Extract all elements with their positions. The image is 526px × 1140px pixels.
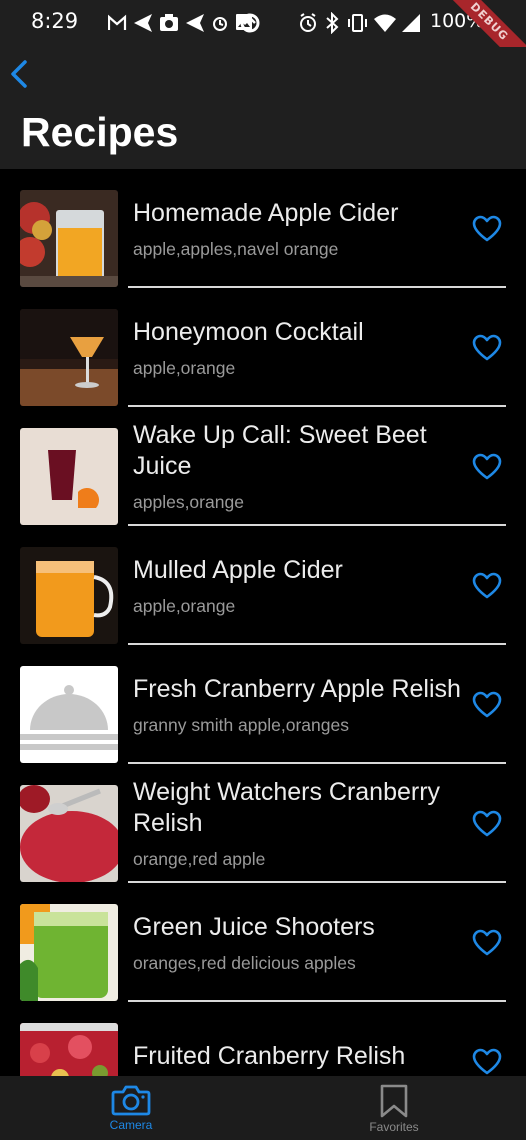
recipe-ingredients: apple,orange: [133, 595, 236, 616]
status-bar: 8:29 100% DEBUG: [0, 0, 526, 47]
camera-icon: [111, 1085, 151, 1116]
alarm-icon: [300, 13, 316, 32]
recipe-thumbnail: [20, 904, 118, 1001]
recipe-text: Homemade Apple Cider apple,apples,navel …: [133, 169, 463, 288]
status-time: 8:29: [31, 9, 79, 33]
bluetooth-icon: [326, 12, 339, 34]
recipe-thumbnail: [20, 1023, 118, 1076]
recipe-item[interactable]: Mulled Apple Cider apple,orange: [0, 526, 526, 645]
recipe-text: Fresh Cranberry Apple Relish granny smit…: [133, 645, 463, 764]
heart-icon[interactable]: [472, 929, 502, 957]
recipe-text: Honeymoon Cocktail apple,orange: [133, 288, 463, 407]
recipe-title: Green Juice Shooters: [133, 912, 375, 941]
heart-icon[interactable]: [472, 334, 502, 362]
heart-icon[interactable]: [472, 1048, 502, 1076]
send-icon: [186, 14, 204, 32]
system-icons: [300, 12, 420, 34]
recipe-title: Mulled Apple Cider: [133, 555, 343, 584]
recipe-title: Fruited Cranberry Relish: [133, 1042, 406, 1070]
bottom-navigation: Camera Favorites: [0, 1076, 526, 1140]
recipe-item[interactable]: Homemade Apple Cider apple,apples,navel …: [0, 169, 526, 288]
recipe-title: Weight Watchers Cranberry Relish: [133, 778, 441, 837]
signal-icon: [402, 14, 420, 32]
recipe-thumbnail: [20, 666, 118, 763]
recipe-item[interactable]: Green Juice Shooters oranges,red delicio…: [0, 883, 526, 1002]
heart-icon[interactable]: [472, 691, 502, 719]
recipe-item[interactable]: Honeymoon Cocktail apple,orange: [0, 288, 526, 407]
nav-favorites[interactable]: Favorites: [334, 1076, 454, 1140]
recipe-item[interactable]: Wake Up Call: Sweet Beet Juice apples,or…: [0, 407, 526, 526]
recipe-thumbnail: [20, 190, 118, 287]
recipe-thumbnail: [20, 785, 118, 882]
gmail-icon: [108, 14, 127, 30]
heart-icon[interactable]: [472, 810, 502, 838]
recipe-ingredients: oranges,red delicious apples: [133, 952, 356, 973]
nav-camera[interactable]: Camera: [71, 1076, 191, 1140]
heart-icon[interactable]: [472, 572, 502, 600]
heart-icon[interactable]: [472, 453, 502, 481]
alarm-icon: [213, 17, 227, 31]
recipe-title: Homemade Apple Cider: [133, 198, 399, 227]
app-bar: Recipes: [0, 47, 526, 169]
recipe-list[interactable]: Homemade Apple Cider apple,apples,navel …: [0, 169, 526, 1076]
recipe-ingredients: apple,apples,navel orange: [133, 238, 339, 259]
wifi-icon: [374, 14, 396, 32]
vibrate-icon: [348, 14, 367, 32]
recipe-ingredients: apple,orange: [133, 357, 236, 378]
recipe-text: Green Juice Shooters oranges,red delicio…: [133, 883, 463, 1002]
nav-label: Camera: [109, 1118, 153, 1132]
notification-icons: [108, 14, 252, 32]
recipe-thumbnail: [20, 428, 118, 525]
recipe-thumbnail: [20, 547, 118, 644]
recipe-title: Honeymoon Cocktail: [133, 317, 364, 346]
recipe-text: Fruited Cranberry Relish: [133, 1002, 463, 1076]
send-icon: [134, 14, 152, 32]
recipe-item[interactable]: Fruited Cranberry Relish: [0, 1002, 526, 1076]
heart-icon[interactable]: [472, 215, 502, 243]
recipe-title: Wake Up Call: Sweet Beet Juice: [133, 421, 427, 480]
recipe-ingredients: orange,red apple: [133, 849, 266, 869]
bookmark-icon: [380, 1084, 408, 1118]
page-title: Recipes: [21, 109, 179, 155]
recipe-text: Weight Watchers Cranberry Relish orange,…: [133, 764, 463, 883]
circle-app-icon: [240, 13, 260, 33]
camera-app-icon: [160, 14, 178, 31]
nav-label: Favorites: [369, 1120, 419, 1134]
recipe-text: Wake Up Call: Sweet Beet Juice apples,or…: [133, 407, 463, 526]
recipe-title: Fresh Cranberry Apple Relish: [133, 674, 461, 703]
recipe-ingredients: apples,orange: [133, 492, 244, 512]
recipe-thumbnail: [20, 309, 118, 406]
recipe-text: Mulled Apple Cider apple,orange: [133, 526, 463, 645]
chevron-left-icon[interactable]: [6, 59, 34, 89]
recipe-item[interactable]: Weight Watchers Cranberry Relish orange,…: [0, 764, 526, 883]
recipe-item[interactable]: Fresh Cranberry Apple Relish granny smit…: [0, 645, 526, 764]
recipe-ingredients: granny smith apple,oranges: [133, 714, 349, 735]
